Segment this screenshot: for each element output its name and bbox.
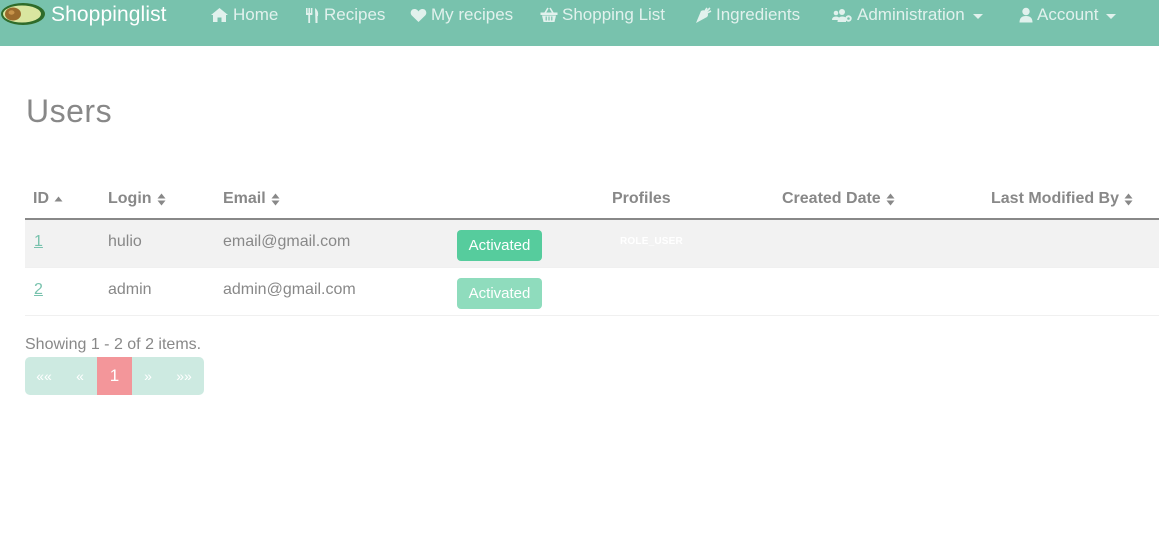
nav-my-recipes-label: My recipes	[431, 5, 514, 24]
column-header-label: Created Date	[782, 190, 881, 207]
brand-name: Shoppinglist	[51, 3, 167, 26]
column-header-created-date[interactable]: Created Date	[782, 190, 895, 208]
nav-home[interactable]: Home	[210, 0, 278, 30]
items-count-info: Showing 1 - 2 of 2 items.	[25, 336, 202, 353]
user-login: admin	[108, 281, 152, 298]
nav-home-label: Home	[233, 5, 279, 24]
nav-my-recipes[interactable]: My recipes	[410, 0, 513, 30]
nav-ingredients-label: Ingredients	[716, 5, 801, 24]
column-header-last-modified-by[interactable]: Last Modified By	[991, 190, 1133, 208]
activated-button[interactable]: Activated	[457, 278, 542, 309]
user-id-link[interactable]: 2	[34, 281, 43, 299]
sort-icon	[1124, 193, 1133, 205]
column-header-label: Profiles	[612, 190, 671, 207]
column-header-label: Last Modified By	[991, 190, 1120, 207]
heart-icon	[410, 8, 427, 22]
table-row: 1 hulio email@gmail.com Activated ROLE_U…	[25, 220, 1159, 268]
home-icon	[211, 8, 228, 22]
first-page-button[interactable]: ««	[25, 357, 63, 395]
brand[interactable]: Shoppinglist	[0, 0, 167, 30]
nav-administration[interactable]: Administration	[832, 0, 983, 30]
carrot-icon	[696, 6, 712, 23]
activated-button[interactable]: Activated	[457, 230, 542, 261]
next-page-button[interactable]: »	[132, 357, 164, 395]
last-page-button[interactable]: »»	[164, 357, 204, 395]
column-header-login[interactable]: Login	[108, 190, 166, 208]
nav-recipes-label: Recipes	[324, 5, 386, 24]
sort-icon	[157, 193, 166, 205]
current-page-button[interactable]: 1	[97, 357, 132, 395]
user-login: hulio	[108, 233, 142, 250]
chevron-down-icon	[1106, 13, 1117, 19]
column-header-label: ID	[33, 190, 49, 207]
nav-ingredients[interactable]: Ingredients	[695, 0, 800, 30]
users-table: ID Login Email Profiles Created Date Las…	[25, 180, 1159, 316]
navbar: Shoppinglist Home Recipes My recipes Sho…	[0, 0, 1159, 46]
previous-page-button[interactable]: «	[63, 357, 97, 395]
nav-recipes[interactable]: Recipes	[305, 0, 385, 30]
sort-icon	[271, 193, 280, 205]
nav-administration-label: Administration	[857, 5, 965, 24]
nav-account-label: Account	[1037, 5, 1099, 24]
chevron-down-icon	[972, 13, 983, 19]
page-title: Users	[26, 93, 113, 129]
nav-account[interactable]: Account	[1019, 0, 1117, 30]
table-header: ID Login Email Profiles Created Date Las…	[25, 180, 1159, 220]
column-header-email[interactable]: Email	[223, 190, 280, 208]
nav-shopping-list[interactable]: Shopping List	[540, 0, 665, 30]
nav-shopping-list-label: Shopping List	[562, 5, 666, 24]
profile-badge: ROLE_USER	[620, 236, 683, 247]
column-header-label: Login	[108, 190, 152, 207]
sort-up-icon	[54, 196, 63, 202]
user-email: admin@gmail.com	[223, 281, 356, 298]
user-icon	[1019, 7, 1033, 23]
table-row: 2 admin admin@gmail.com Activated	[25, 268, 1159, 316]
sort-icon	[886, 193, 895, 205]
users-cog-icon	[832, 8, 852, 22]
utensils-icon	[306, 7, 319, 23]
basket-icon	[540, 7, 558, 22]
avocado-logo-icon	[1, 3, 45, 25]
pagination: «« « 1 » »»	[25, 357, 204, 395]
user-id-link[interactable]: 1	[34, 233, 43, 251]
user-email: email@gmail.com	[223, 233, 351, 250]
column-header-profiles: Profiles	[612, 190, 671, 208]
column-header-id[interactable]: ID	[33, 190, 63, 208]
column-header-label: Email	[223, 190, 266, 207]
